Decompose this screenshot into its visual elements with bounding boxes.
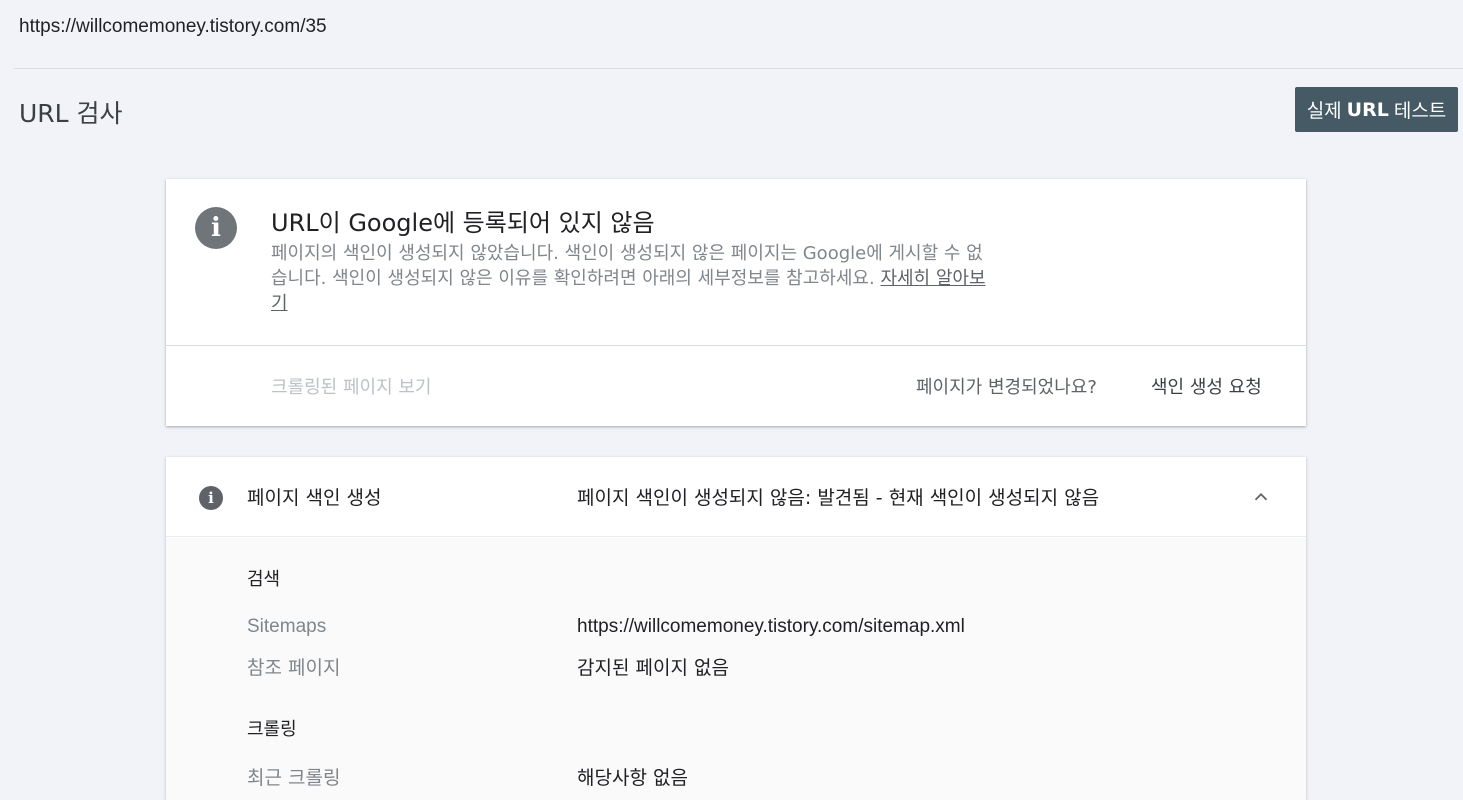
view-crawled-page-link[interactable]: 크롤링된 페이지 보기	[271, 373, 431, 399]
status-description-text: 페이지의 색인이 생성되지 않았습니다. 색인이 생성되지 않은 페이지는 Go…	[271, 243, 983, 289]
test-button-pre: 실제	[1306, 100, 1342, 122]
section-heading-discovery: 검색	[247, 569, 281, 590]
row-value-sitemaps[interactable]: https://willcomemoney.tistory.com/sitema…	[577, 616, 965, 638]
top-divider	[14, 68, 1463, 69]
request-indexing-button[interactable]: 색인 생성 요청	[1151, 373, 1262, 399]
test-button-post: 테스트	[1393, 100, 1447, 122]
row-label-sitemaps: Sitemaps	[247, 616, 327, 637]
row-label-last-crawl: 최근 크롤링	[247, 767, 341, 789]
test-button-bold: URL	[1346, 98, 1389, 121]
live-url-test-button[interactable]: 실제 URL 테스트	[1295, 87, 1458, 132]
row-value-last-crawl: 해당사항 없음	[577, 767, 688, 789]
page-title: URL 검사	[19, 99, 123, 128]
info-icon: i	[195, 207, 237, 249]
status-card-divider	[166, 345, 1306, 346]
row-label-referring-page: 참조 페이지	[247, 657, 341, 679]
address-bar[interactable]: https://willcomemoney.tistory.com/35	[19, 16, 327, 38]
section-heading-crawl: 크롤링	[247, 719, 297, 740]
indexing-value: 페이지 색인이 생성되지 않음: 발견됨 - 현재 색인이 생성되지 않음	[577, 487, 1100, 509]
status-title: URL이 Google에 등록되어 있지 않음	[271, 209, 655, 237]
indexing-label: 페이지 색인 생성	[247, 487, 382, 509]
chevron-up-icon[interactable]	[1250, 486, 1272, 508]
info-icon: i	[199, 486, 223, 510]
row-value-referring-page: 감지된 페이지 없음	[577, 657, 729, 679]
status-description: 페이지의 색인이 생성되지 않았습니다. 색인이 생성되지 않은 페이지는 Go…	[271, 241, 991, 316]
page-changed-question: 페이지가 변경되었나요?	[916, 377, 1097, 398]
